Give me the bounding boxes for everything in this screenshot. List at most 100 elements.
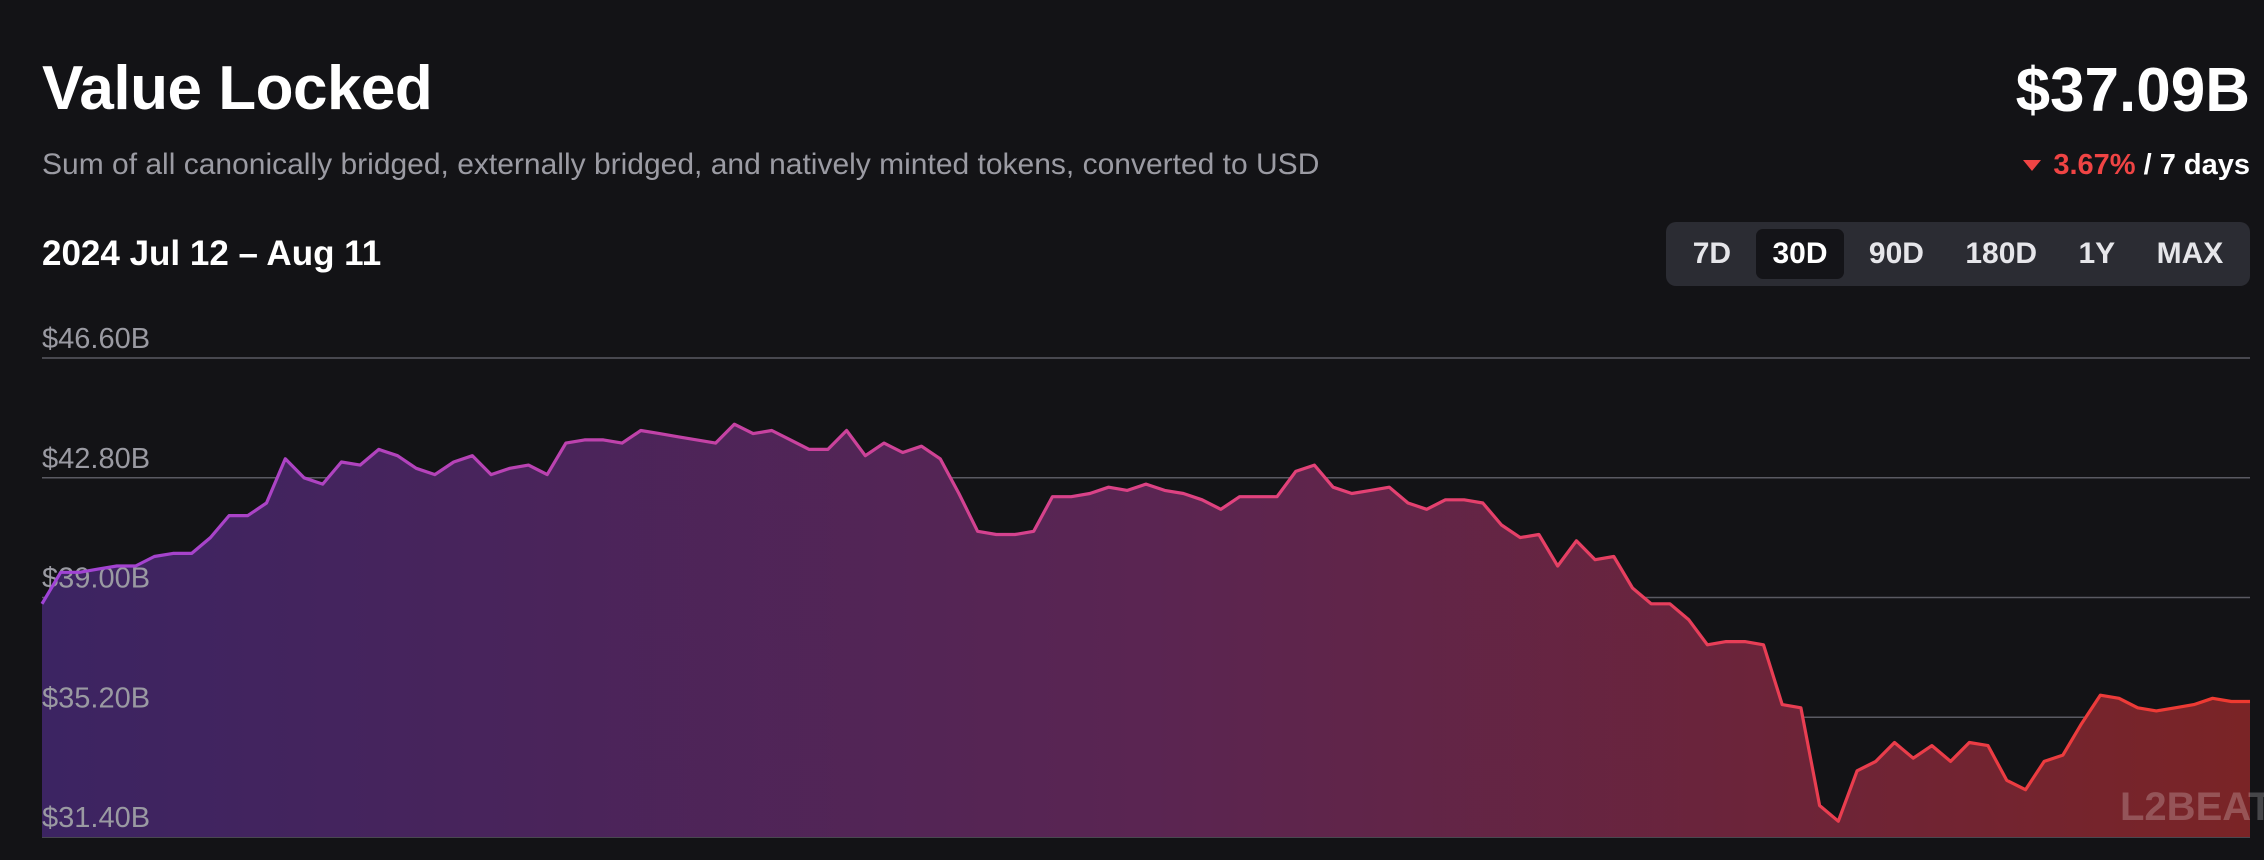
tab-1y[interactable]: 1Y: [2063, 229, 2132, 279]
data-point[interactable]: [1421, 503, 1433, 515]
data-point[interactable]: [392, 450, 404, 462]
data-point[interactable]: [1252, 491, 1264, 503]
data-point[interactable]: [710, 437, 722, 449]
data-point[interactable]: [2188, 699, 2200, 711]
data-point[interactable]: [148, 551, 160, 563]
data-point[interactable]: [111, 560, 123, 572]
data-point[interactable]: [784, 434, 796, 446]
data-point[interactable]: [1963, 736, 1975, 748]
data-point[interactable]: [1645, 598, 1657, 610]
data-point[interactable]: [672, 431, 684, 443]
tab-30d[interactable]: 30D: [1756, 229, 1844, 279]
data-point[interactable]: [354, 459, 366, 471]
data-point[interactable]: [2113, 692, 2125, 704]
data-point[interactable]: [2038, 755, 2050, 767]
data-point[interactable]: [1402, 497, 1414, 509]
data-point[interactable]: [1140, 478, 1152, 490]
tab-7d[interactable]: 7D: [1677, 229, 1747, 279]
data-point[interactable]: [2057, 749, 2069, 761]
data-point[interactable]: [2169, 702, 2181, 714]
data-point[interactable]: [1552, 560, 1564, 572]
data-point[interactable]: [1308, 459, 1320, 471]
data-point[interactable]: [1496, 519, 1508, 531]
data-point[interactable]: [878, 437, 890, 449]
data-point[interactable]: [728, 418, 740, 430]
data-point[interactable]: [616, 437, 628, 449]
data-point[interactable]: [242, 510, 254, 522]
data-point[interactable]: [1570, 535, 1582, 547]
data-point[interactable]: [523, 459, 535, 471]
data-point[interactable]: [2019, 784, 2031, 796]
tab-max[interactable]: MAX: [2141, 229, 2240, 279]
data-point[interactable]: [373, 443, 385, 455]
data-point[interactable]: [2150, 705, 2162, 717]
data-point[interactable]: [1701, 639, 1713, 651]
data-point[interactable]: [1757, 639, 1769, 651]
data-point[interactable]: [1627, 582, 1639, 594]
data-point[interactable]: [448, 456, 460, 468]
data-point[interactable]: [1926, 740, 1938, 752]
data-point[interactable]: [36, 598, 48, 610]
data-point[interactable]: [803, 443, 815, 455]
data-point[interactable]: [1159, 484, 1171, 496]
data-point[interactable]: [73, 566, 85, 578]
tab-90d[interactable]: 90D: [1853, 229, 1940, 279]
data-point[interactable]: [841, 424, 853, 436]
data-point[interactable]: [429, 469, 441, 481]
data-point[interactable]: [1084, 488, 1096, 500]
data-point[interactable]: [579, 434, 591, 446]
data-point[interactable]: [1046, 491, 1058, 503]
data-point[interactable]: [1739, 636, 1751, 648]
data-point[interactable]: [1327, 481, 1339, 493]
data-point[interactable]: [130, 560, 142, 572]
data-point[interactable]: [1683, 614, 1695, 626]
data-point[interactable]: [223, 510, 235, 522]
data-point[interactable]: [410, 462, 422, 474]
data-point[interactable]: [1365, 484, 1377, 496]
data-point[interactable]: [485, 469, 497, 481]
data-point[interactable]: [934, 453, 946, 465]
data-point[interactable]: [1234, 491, 1246, 503]
data-point[interactable]: [298, 472, 310, 484]
data-point[interactable]: [1290, 465, 1302, 477]
data-point[interactable]: [1121, 484, 1133, 496]
data-point[interactable]: [1814, 799, 1826, 811]
data-point[interactable]: [1982, 740, 1994, 752]
data-point[interactable]: [1533, 528, 1545, 540]
data-point[interactable]: [261, 497, 273, 509]
tab-180d[interactable]: 180D: [1949, 229, 2053, 279]
data-point[interactable]: [1383, 481, 1395, 493]
data-point[interactable]: [186, 547, 198, 559]
data-point[interactable]: [1009, 528, 1021, 540]
data-point[interactable]: [204, 532, 216, 544]
data-point[interactable]: [635, 424, 647, 436]
data-point[interactable]: [1346, 488, 1358, 500]
data-point[interactable]: [1795, 702, 1807, 714]
data-point[interactable]: [1271, 491, 1283, 503]
data-point[interactable]: [2001, 774, 2013, 786]
data-point[interactable]: [1458, 494, 1470, 506]
data-point[interactable]: [1907, 752, 1919, 764]
data-point[interactable]: [2207, 692, 2219, 704]
data-point[interactable]: [2132, 702, 2144, 714]
data-point[interactable]: [1514, 532, 1526, 544]
data-point[interactable]: [822, 443, 834, 455]
data-point[interactable]: [653, 428, 665, 440]
data-point[interactable]: [1177, 488, 1189, 500]
data-point[interactable]: [560, 437, 572, 449]
data-point[interactable]: [1945, 755, 1957, 767]
data-point[interactable]: [2244, 695, 2256, 707]
data-point[interactable]: [953, 488, 965, 500]
data-point[interactable]: [691, 434, 703, 446]
data-point[interactable]: [466, 450, 478, 462]
data-point[interactable]: [541, 469, 553, 481]
data-point[interactable]: [972, 525, 984, 537]
data-point[interactable]: [1851, 765, 1863, 777]
data-point[interactable]: [92, 563, 104, 575]
data-point[interactable]: [335, 456, 347, 468]
value-locked-chart[interactable]: $46.60B$42.80B$39.00B$35.20B$31.40B L2BE…: [0, 300, 2264, 860]
data-point[interactable]: [1776, 699, 1788, 711]
data-point[interactable]: [597, 434, 609, 446]
data-point[interactable]: [1215, 503, 1227, 515]
data-point[interactable]: [1832, 815, 1844, 827]
